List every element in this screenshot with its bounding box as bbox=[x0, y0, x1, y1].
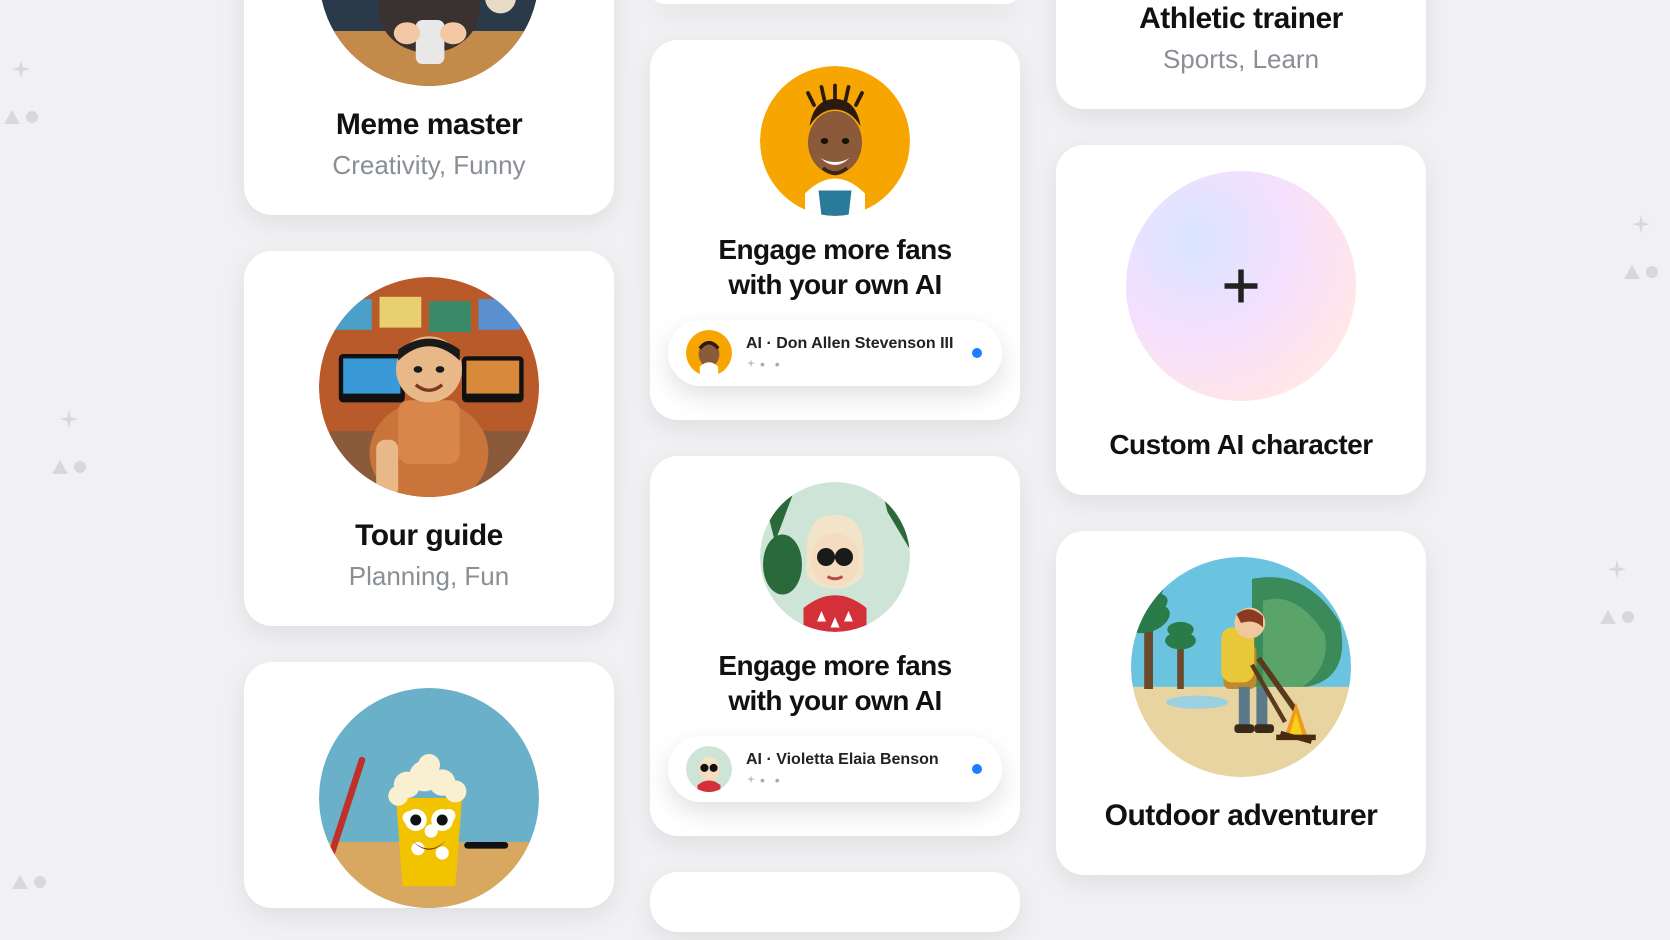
custom-ai-circle bbox=[1126, 171, 1356, 401]
column-right: Athletic trainer Sports, Learn Custom AI… bbox=[1056, 0, 1426, 932]
avatar-don bbox=[760, 66, 910, 216]
column-middle: Engage more fans with your own AI AI · D… bbox=[650, 0, 1020, 932]
card-popcorn[interactable] bbox=[244, 662, 614, 908]
card-engage-violetta[interactable]: Engage more fans with your own AI AI · V… bbox=[650, 456, 1020, 836]
ai-pill-violetta[interactable]: AI · Violetta Elaia Benson • • bbox=[668, 736, 1002, 802]
card-tags: Planning, Fun bbox=[270, 561, 588, 592]
avatar-violetta bbox=[760, 482, 910, 632]
unread-dot bbox=[972, 764, 982, 774]
avatar-meme-master bbox=[319, 0, 539, 86]
card-outdoor-adventurer[interactable]: Outdoor adventurer bbox=[1056, 531, 1426, 875]
avatar-tour-guide bbox=[319, 277, 539, 497]
engage-headline: Engage more fans with your own AI bbox=[676, 232, 994, 302]
card-tags: Sports, Learn bbox=[1082, 44, 1400, 75]
avatar-popcorn bbox=[319, 688, 539, 908]
sparkle-decoration bbox=[1606, 560, 1628, 582]
card-athletic-trainer[interactable]: Athletic trainer Sports, Learn bbox=[1056, 0, 1426, 109]
engage-line1: Engage more fans bbox=[718, 234, 951, 265]
sparkle-decoration bbox=[1600, 610, 1634, 624]
card-engage-don[interactable]: Engage more fans with your own AI AI · D… bbox=[650, 40, 1020, 420]
sparkle-decoration bbox=[52, 460, 86, 474]
sparkle-decoration bbox=[12, 875, 46, 889]
card-stub-bottom bbox=[650, 872, 1020, 932]
card-custom-ai[interactable]: Custom AI character bbox=[1056, 145, 1426, 495]
mini-avatar bbox=[686, 746, 732, 792]
card-title: Custom AI character bbox=[1082, 429, 1400, 461]
sparkle-decoration bbox=[58, 410, 80, 432]
engage-line2: with your own AI bbox=[728, 685, 941, 716]
column-left: Meme master Creativity, Funny bbox=[244, 0, 614, 932]
typing-indicator: • • bbox=[746, 357, 984, 371]
avatar-outdoor bbox=[1131, 557, 1351, 777]
typing-indicator: • • bbox=[746, 773, 984, 787]
mini-avatar bbox=[686, 330, 732, 376]
ai-pill-don[interactable]: AI · Don Allen Stevenson III • • bbox=[668, 320, 1002, 386]
unread-dot bbox=[972, 348, 982, 358]
card-title: Meme master bbox=[270, 108, 588, 142]
card-title: Tour guide bbox=[270, 519, 588, 553]
card-stub bbox=[650, 0, 1020, 4]
engage-headline: Engage more fans with your own AI bbox=[676, 648, 994, 718]
card-title: Outdoor adventurer bbox=[1082, 799, 1400, 833]
engage-line1: Engage more fans bbox=[718, 650, 951, 681]
card-title: Athletic trainer bbox=[1082, 2, 1400, 36]
pill-name: AI · Don Allen Stevenson III bbox=[746, 335, 984, 353]
card-tags: Creativity, Funny bbox=[270, 150, 588, 181]
pill-name: AI · Violetta Elaia Benson bbox=[746, 751, 984, 769]
card-meme-master[interactable]: Meme master Creativity, Funny bbox=[244, 0, 614, 215]
sparkle-decoration bbox=[1624, 265, 1658, 279]
engage-line2: with your own AI bbox=[728, 269, 941, 300]
sparkle-decoration bbox=[1630, 215, 1652, 237]
plus-icon bbox=[1219, 264, 1263, 308]
sparkle-decoration bbox=[10, 60, 32, 82]
card-tour-guide[interactable]: Tour guide Planning, Fun bbox=[244, 251, 614, 626]
sparkle-decoration bbox=[4, 110, 38, 124]
